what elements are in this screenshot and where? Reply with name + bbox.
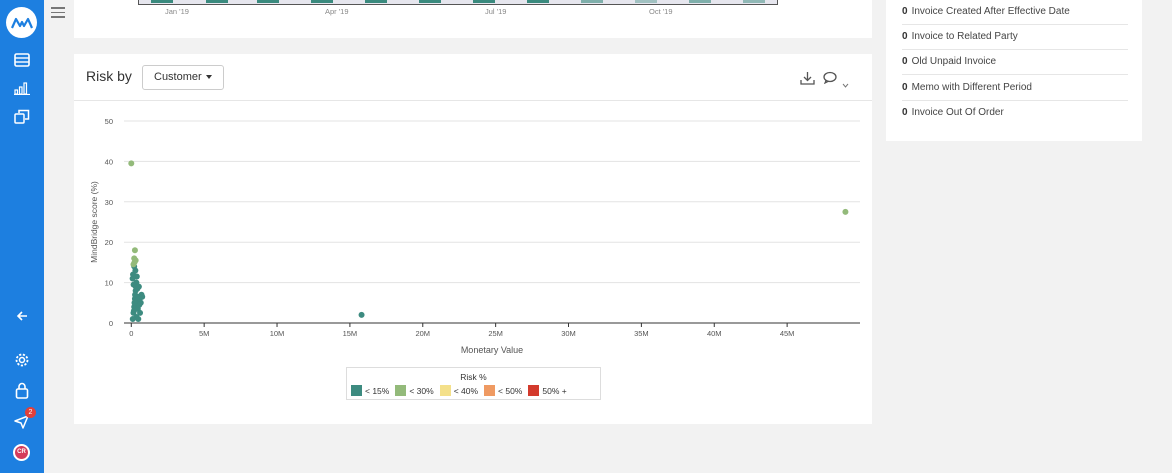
rule-label: Invoice Out Of Order — [911, 107, 1004, 118]
y-tick-label: 20 — [105, 238, 113, 247]
timeline-tick: Apr '19 — [325, 7, 349, 16]
x-tick-label: 5M — [199, 329, 209, 338]
timeline-chart — [138, 0, 778, 5]
x-tick-label: 35M — [634, 329, 649, 338]
rule-label: Old Unpaid Invoice — [911, 56, 997, 67]
lock-icon[interactable] — [11, 379, 33, 401]
x-tick-label: 30M — [561, 329, 576, 338]
rule-count: 0 — [902, 6, 908, 17]
risk-dimension-dropdown[interactable]: Customer — [142, 65, 224, 90]
download-icon[interactable] — [800, 71, 815, 90]
risk-rules-panel: 0 Invoice Created After Effective Date 0I… — [886, 0, 1142, 141]
legend-swatch — [395, 385, 407, 396]
legend-swatch — [439, 385, 451, 396]
data-point[interactable] — [842, 208, 849, 215]
risk-scatter-chart: 0 10 20 30 40 50 0 5M 10M 15M 20M 25M 30M 35M 40M 45M M… — [89, 117, 860, 355]
legend-label: 50% + — [542, 385, 567, 396]
collapse-arrow-icon[interactable] — [11, 305, 33, 327]
data-point[interactable] — [135, 283, 142, 290]
risk-title: Risk by — [86, 68, 132, 84]
risk-card-header: Risk by Customer — [74, 54, 872, 101]
y-tick-label: 40 — [105, 157, 113, 166]
rule-count: 0 — [902, 107, 908, 118]
data-point[interactable] — [133, 273, 140, 280]
rule-label: Invoice Created After Effective Date — [911, 6, 1070, 17]
timeline-tick: Jan '19 — [165, 7, 189, 16]
legend-label: < 50% — [498, 385, 523, 396]
legend-item[interactable]: < 30% — [395, 385, 434, 396]
rule-count: 0 — [902, 56, 908, 67]
notifications-icon[interactable]: 2 — [11, 407, 36, 433]
legend-item[interactable]: < 15% — [351, 385, 389, 396]
legend-swatch — [528, 385, 540, 396]
bar-chart-icon[interactable] — [11, 77, 33, 99]
x-tick-label: 10M — [270, 329, 285, 338]
rule-row[interactable]: 0 Old Unpaid Invoice — [902, 50, 1128, 75]
data-point[interactable] — [128, 160, 135, 167]
y-tick-label: 0 — [109, 319, 113, 328]
timeline-tick: Oct '19 — [649, 7, 673, 16]
rule-row[interactable]: 0 Invoice to Related Party — [902, 25, 1128, 50]
rule-label: Invoice to Related Party — [911, 31, 1018, 42]
rule-row[interactable]: 0 Invoice Created After Effective Date — [902, 0, 1128, 25]
comment-icon[interactable] — [823, 71, 839, 89]
y-tick-label: 10 — [105, 279, 113, 288]
legend-swatch — [484, 385, 496, 396]
x-axis-label: Monetary Value — [461, 345, 523, 355]
rule-count: 0 — [902, 82, 908, 93]
y-tick-label: 50 — [105, 117, 113, 126]
timeline-tick: Jul '19 — [485, 7, 507, 16]
x-tick-label: 0 — [129, 329, 133, 338]
legend-title: Risk % — [460, 372, 487, 382]
x-tick-label: 15M — [343, 329, 358, 338]
menu-icon[interactable] — [51, 7, 65, 18]
data-point[interactable] — [135, 315, 142, 322]
chevron-down-icon[interactable] — [842, 75, 849, 93]
rule-row[interactable]: 0 Memo with Different Period — [902, 76, 1128, 101]
rule-row[interactable]: 0 Invoice Out Of Order — [902, 101, 1128, 126]
y-axis-label: MindBridge score (%) — [89, 181, 99, 263]
rule-count: 0 — [902, 31, 908, 42]
app-logo[interactable] — [6, 7, 37, 38]
data-point[interactable] — [131, 259, 138, 266]
data-point[interactable] — [131, 247, 138, 254]
risk-card: Risk by Customer 0 10 20 30 40 50 0 5M 10M 15M 20M… — [74, 54, 872, 424]
legend-label: < 30% — [409, 385, 434, 396]
legend-item[interactable]: < 50% — [484, 385, 522, 396]
data-point[interactable] — [139, 293, 146, 300]
legend-label: < 15% — [365, 385, 390, 396]
data-point[interactable] — [358, 311, 365, 318]
x-tick-label: 45M — [780, 329, 795, 338]
avatar[interactable]: CR — [13, 444, 30, 461]
x-tick-label: 40M — [707, 329, 722, 338]
legend-swatch — [351, 385, 362, 396]
notification-badge: 2 — [25, 407, 36, 418]
logo-icon — [10, 17, 33, 28]
x-tick-label: 25M — [488, 329, 503, 338]
x-tick-label: 20M — [415, 329, 430, 338]
rule-label: Memo with Different Period — [911, 82, 1032, 93]
y-tick-label: 30 — [105, 198, 113, 207]
windows-icon[interactable] — [11, 105, 33, 127]
caret-down-icon — [205, 75, 212, 80]
gear-icon[interactable] — [11, 349, 33, 371]
legend-item[interactable]: 50% + — [528, 385, 567, 396]
dropdown-value: Customer — [154, 71, 202, 83]
timeline-card: Jan '19 Apr '19 Jul '19 Oct '19 — [74, 0, 872, 38]
sidebar: 2 CR — [0, 0, 44, 473]
table-icon[interactable] — [11, 49, 33, 71]
legend-label: < 40% — [453, 385, 479, 396]
legend-item[interactable]: < 40% — [439, 385, 479, 396]
chart-legend: Risk % < 15% < 30% < 40% < 50% 50% + — [346, 367, 601, 400]
